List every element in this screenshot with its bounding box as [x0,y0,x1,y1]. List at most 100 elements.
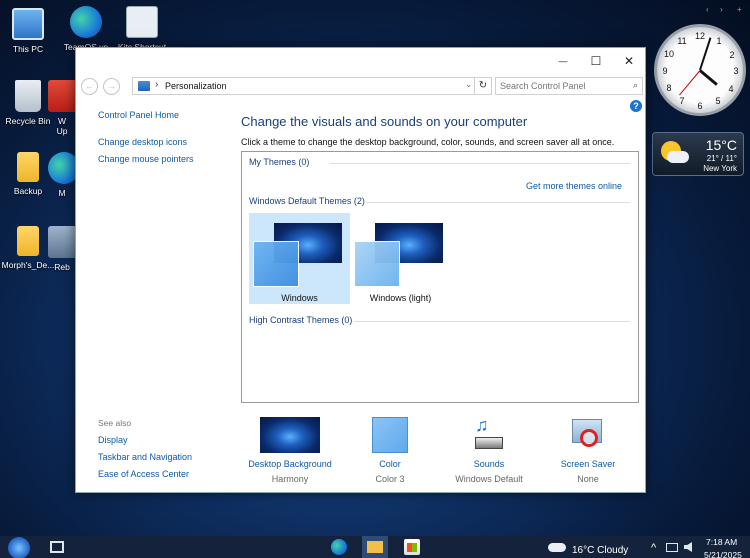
address-bar[interactable]: › Personalization ⌄ [132,77,475,95]
edge-icon [48,152,76,184]
taskbar: 16°C Cloudy ^ 7:18 AM 5/21/2025 [0,536,750,558]
page-description: Click a theme to change the desktop back… [241,137,615,147]
weather-cloud-icon[interactable] [548,543,566,552]
maximize-button[interactable]: ☐ [579,48,613,74]
gadget-next-button[interactable]: › [720,5,723,14]
start-button[interactable] [8,537,30,558]
desktop-icon-teamos[interactable]: TeamOS.vn [54,6,118,52]
desktop-icon-label: Reb [54,262,70,272]
app-icon [48,226,76,258]
page-title: Change the visuals and sounds on your co… [241,114,528,129]
screen-saver-icon [570,417,606,453]
theme-name: Windows [281,293,318,303]
display-link[interactable]: Display [98,435,128,445]
sounds-link[interactable]: Sounds [440,459,538,469]
clock-number: 5 [715,96,721,106]
clock-number: 3 [733,66,739,76]
folder-icon [367,541,383,553]
music-notes-icon: ♫ [475,415,489,435]
shortcut-icon [126,6,158,38]
theme-windows-light[interactable]: Windows (light) [350,213,451,304]
screen-saver-link[interactable]: Screen Saver [539,459,637,469]
desktop-icon-label: W [57,116,67,126]
my-themes-header: My Themes (0) [249,157,310,167]
desktop-icon-partial-reb[interactable]: Reb [48,226,76,272]
gadget-add-button[interactable]: + [737,5,742,14]
color-link[interactable]: Color [341,459,439,469]
desktop-icon-label: M [58,188,66,198]
back-button[interactable]: ← [81,78,98,95]
speaker-icon [475,437,503,449]
weather-temp: 15°C [705,137,737,153]
forward-button[interactable]: → [103,78,120,95]
desktop-background-icon [260,417,320,453]
search-input[interactable]: Search Control Panel ⌕ [495,77,643,95]
title-bar[interactable]: — ☐ ✕ [76,48,645,74]
search-icon[interactable]: ⌕ [633,80,638,91]
default-themes-header: Windows Default Themes (2) [249,196,365,206]
theme-color-preview [354,241,400,287]
theme-windows[interactable]: Windows [249,213,350,304]
volume-icon[interactable] [684,542,692,552]
app-icon [48,80,76,112]
clock-gadget[interactable]: 12 1 2 3 4 5 6 7 8 9 10 11 [654,24,746,116]
tray-overflow-icon[interactable]: ^ [651,542,656,554]
clock-second-hand [679,70,701,96]
color-value: Color 3 [375,474,405,484]
chevron-down-icon[interactable]: ⌄ [465,80,472,89]
clock-number: 4 [728,84,734,94]
desktop-background-setting[interactable]: Desktop Background Harmony [241,417,339,484]
clock-number: 1 [716,36,722,46]
control-panel-home-link[interactable]: Control Panel Home [98,110,179,120]
folder-icon [17,226,39,256]
desktop-background-link[interactable]: Desktop Background [241,459,339,469]
taskbar-date[interactable]: 5/21/2025 [704,550,742,558]
desktop-icon-partial-m[interactable]: M [48,152,76,198]
change-mouse-pointers-link[interactable]: Change mouse pointers [98,154,194,164]
clock-minute-hand [699,37,712,71]
taskbar-time[interactable]: 7:18 AM [706,537,737,547]
control-panel-icon [138,81,150,91]
divider [366,202,630,203]
help-icon[interactable]: ? [630,100,642,112]
task-view-icon[interactable] [50,541,64,553]
cloud-icon [667,151,689,163]
desktop-icon-this-pc[interactable]: This PC [0,8,60,54]
no-symbol-icon [580,429,598,447]
desktop-icon-partial-w[interactable]: W Up [48,80,76,136]
file-explorer-taskbar-icon[interactable] [362,536,388,558]
desktop-icon-kits[interactable]: Kits Shortcut [110,6,174,52]
taskbar-weather[interactable]: 16°C Cloudy [572,545,628,556]
clock-number: 6 [697,101,703,111]
theme-color-preview [253,241,299,287]
desktop-background-value: Harmony [271,474,309,484]
clock-number: 10 [663,49,675,59]
ease-of-access-link[interactable]: Ease of Access Center [98,469,189,479]
network-icon[interactable] [666,543,678,552]
minimize-button[interactable]: — [546,48,580,74]
weather-city: New York [703,164,737,173]
clock-number: 8 [666,83,672,93]
weather-gadget[interactable]: 15°C 21° / 11° New York [652,132,744,176]
edge-taskbar-icon[interactable] [331,539,347,555]
screen-saver-setting[interactable]: Screen Saver None [539,417,637,484]
store-taskbar-icon[interactable] [404,539,420,555]
sounds-setting[interactable]: ♫ Sounds Windows Default [440,415,538,484]
change-desktop-icons-link[interactable]: Change desktop icons [98,137,187,147]
clock-number: 12 [694,31,706,41]
gadget-prev-button[interactable]: ‹ [706,5,709,14]
refresh-button[interactable]: ↻ [474,77,492,95]
desktop-icon-label: This PC [12,44,44,54]
high-contrast-header: High Contrast Themes (0) [249,315,353,325]
clock-number: 11 [677,36,687,46]
get-more-themes-link[interactable]: Get more themes online [526,181,622,191]
recycle-bin-icon [15,80,41,112]
breadcrumb-personalization[interactable]: Personalization [165,81,227,91]
color-setting[interactable]: Color Color 3 [341,417,439,484]
sounds-icon: ♫ [471,415,507,453]
personalization-window: — ☐ ✕ ← → › Personalization ⌄ ↻ Search C… [75,47,646,493]
screen-saver-value: None [577,474,599,484]
taskbar-navigation-link[interactable]: Taskbar and Navigation [98,452,192,462]
close-button[interactable]: ✕ [612,48,646,74]
breadcrumb-separator: › [155,79,159,90]
